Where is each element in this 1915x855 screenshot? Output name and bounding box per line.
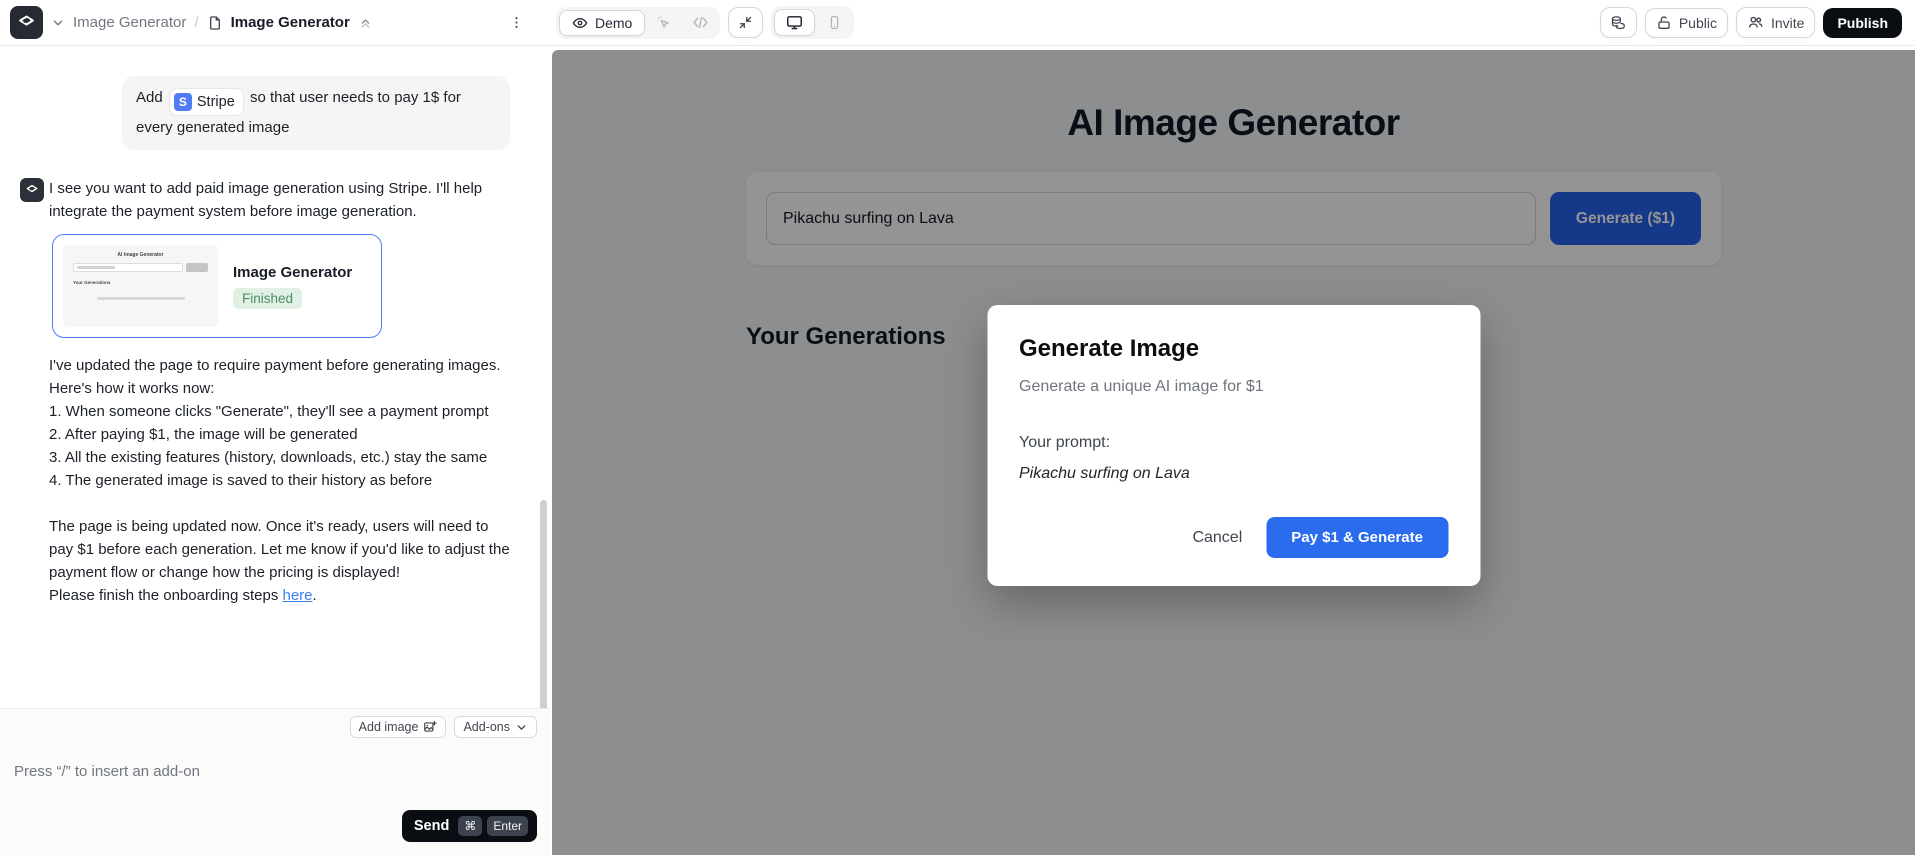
select-cursor-mode-button[interactable] [647, 10, 681, 36]
thumbnail-title: AI Image Generator [73, 252, 208, 258]
chat-panel: Add S Stripe so that user needs to pay 1… [0, 46, 550, 855]
enter-key-label: Enter [487, 816, 528, 836]
onboarding-period: . [313, 587, 317, 604]
modal-prompt-label: Your prompt: [1019, 434, 1448, 452]
assistant-body-text: I've updated the page to require payment… [49, 354, 511, 584]
chevron-down-icon [515, 721, 528, 734]
main-layout: Add S Stripe so that user needs to pay 1… [0, 46, 1915, 855]
assistant-logo-icon [25, 183, 39, 197]
version-status-badge: Finished [233, 288, 302, 309]
assistant-intro-text: I see you want to add paid image generat… [49, 177, 511, 223]
eye-icon [572, 15, 588, 31]
mobile-view-button[interactable] [817, 10, 851, 36]
breadcrumb-project[interactable]: Image Generator [73, 14, 186, 31]
add-image-button[interactable]: Add image [350, 716, 447, 738]
header-left: Image Generator / Image Generator [0, 6, 550, 39]
modal-title: Generate Image [1019, 335, 1448, 363]
version-card[interactable]: AI Image Generator Your Generations Imag… [52, 234, 382, 338]
app-logo-icon[interactable] [10, 6, 43, 39]
users-icon [1747, 14, 1764, 31]
version-card-title: Image Generator [233, 264, 352, 281]
cmd-key-icon: ⌘ [458, 816, 482, 836]
thumbnail-section-label: Your Generations [73, 280, 208, 285]
stripe-icon: S [174, 93, 192, 111]
send-label: Send [414, 818, 449, 834]
coins-icon [1610, 14, 1627, 31]
invite-button[interactable]: Invite [1736, 7, 1815, 38]
demo-label: Demo [595, 15, 632, 31]
thumbnail-input-row [73, 263, 208, 272]
assistant-avatar [20, 178, 44, 202]
demo-mode-button[interactable]: Demo [559, 10, 645, 36]
app-preview-panel: AI Image Generator Generate ($1) Your Ge… [552, 50, 1915, 855]
cancel-button[interactable]: Cancel [1192, 529, 1242, 547]
desktop-view-button[interactable] [774, 9, 815, 36]
collapse-preview-button[interactable] [728, 7, 763, 38]
collapse-pages-double-chevron-up-icon[interactable] [358, 15, 373, 30]
modal-prompt-value: Pikachu surfing on Lava [1019, 465, 1448, 483]
composer-buttons: Add image Add-ons [350, 716, 537, 738]
header-actions: Public Invite Publish [1600, 7, 1915, 38]
chat-scrollbar-thumb[interactable] [540, 500, 547, 732]
stripe-addon-chip[interactable]: S Stripe [169, 88, 244, 116]
preview-toolbar: Demo [556, 6, 854, 39]
add-ons-dropdown[interactable]: Add-ons [454, 716, 537, 738]
version-card-info: Image Generator Finished [233, 264, 352, 309]
public-label: Public [1679, 15, 1717, 31]
credits-button[interactable] [1600, 7, 1637, 38]
send-button[interactable]: Send ⌘ Enter [402, 810, 537, 842]
app-header: Image Generator / Image Generator Demo [0, 0, 1915, 46]
user-message-bubble: Add S Stripe so that user needs to pay 1… [122, 76, 510, 150]
invite-label: Invite [1771, 15, 1804, 31]
chat-scroll-area: Add S Stripe so that user needs to pay 1… [0, 46, 550, 607]
page-menu-kebab-icon[interactable] [509, 15, 524, 30]
onboarding-link[interactable]: here [283, 587, 313, 604]
stripe-chip-label: Stripe [197, 90, 235, 114]
onboarding-line: Please finish the onboarding steps here. [49, 584, 511, 607]
onboarding-text: Please finish the onboarding steps [49, 587, 283, 604]
lock-open-icon [1656, 15, 1672, 31]
code-mode-button[interactable] [683, 10, 717, 36]
pay-generate-button[interactable]: Pay $1 & Generate [1266, 517, 1448, 558]
thumbnail-empty-text-bar [97, 297, 185, 300]
cursor-icon [656, 15, 672, 31]
modal-subtitle: Generate a unique AI image for $1 [1019, 378, 1448, 396]
add-image-label: Add image [359, 720, 419, 734]
publish-button[interactable]: Publish [1823, 8, 1902, 38]
composer-placeholder[interactable]: Press “/” to insert an add-on [14, 763, 200, 780]
visibility-public-button[interactable]: Public [1645, 8, 1728, 38]
workspace-chevron-down-icon[interactable] [51, 16, 65, 30]
generate-image-modal: Generate Image Generate a unique AI imag… [987, 305, 1480, 586]
breadcrumb-page[interactable]: Image Generator [231, 14, 350, 31]
code-icon [692, 14, 709, 31]
breadcrumb-separator: / [194, 14, 198, 31]
image-plus-icon [423, 720, 437, 734]
device-segmented-control [771, 6, 854, 39]
thumbnail-button [186, 263, 208, 272]
assistant-message: I see you want to add paid image generat… [12, 177, 510, 607]
modal-actions: Cancel Pay $1 & Generate [1019, 517, 1448, 558]
smartphone-icon [827, 15, 842, 30]
composer: Add image Add-ons Press “/” to insert an… [0, 708, 550, 855]
add-ons-label: Add-ons [463, 720, 510, 734]
mode-segmented-control: Demo [556, 7, 720, 39]
minimize-arrows-icon [738, 15, 753, 30]
page-file-icon [207, 15, 223, 31]
version-thumbnail: AI Image Generator Your Generations [63, 245, 218, 327]
user-message-prefix: Add [136, 89, 163, 106]
thumbnail-input [73, 263, 183, 272]
monitor-icon [786, 14, 803, 31]
